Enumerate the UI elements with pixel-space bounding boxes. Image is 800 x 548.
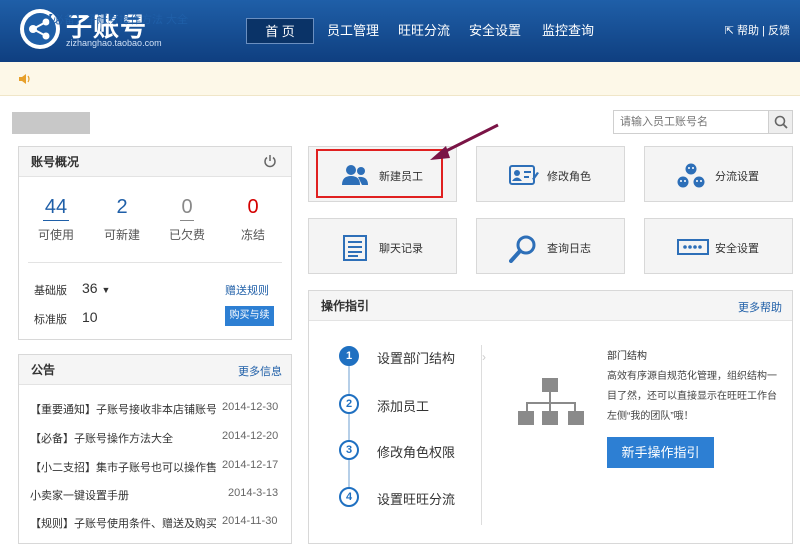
step-label[interactable]: 设置部门结构 bbox=[377, 348, 455, 367]
step-number: 2 bbox=[339, 394, 359, 414]
stat-creatable-label: 可新建 bbox=[103, 228, 140, 242]
search-input[interactable] bbox=[620, 114, 764, 130]
announcement-date: 2014-12-30 bbox=[222, 401, 279, 413]
divider bbox=[28, 262, 282, 263]
more-info-link[interactable]: 更多信息 bbox=[238, 363, 282, 379]
tile-label: 聊天记录 bbox=[379, 243, 423, 255]
divider bbox=[481, 345, 482, 525]
nav-monitor-query[interactable]: 监控查询 bbox=[536, 18, 600, 44]
tile-label: 修改角色 bbox=[547, 171, 591, 183]
speaker-icon bbox=[18, 72, 32, 89]
document-lines-icon bbox=[341, 235, 369, 261]
search-icon bbox=[774, 115, 788, 129]
announcement-item[interactable]: 【必备】子账号操作方法大全 bbox=[30, 430, 216, 446]
user-name-placeholder bbox=[12, 112, 90, 134]
announcement-date: 2014-12-17 bbox=[222, 459, 279, 471]
divider: | bbox=[762, 25, 765, 37]
announcement-date: 2014-11-30 bbox=[222, 515, 278, 527]
account-overview-title: 账号概况 bbox=[19, 147, 291, 177]
tile-chat-records[interactable]: 聊天记录 bbox=[308, 218, 457, 274]
logo-subtitle: zizhanghao.taobao.com bbox=[66, 38, 162, 48]
stat-creatable-value: 2 bbox=[116, 196, 128, 218]
stat-available-label: 可使用 bbox=[37, 228, 74, 242]
announcement-item[interactable]: 小卖家一键设置手册 bbox=[30, 487, 216, 503]
step-number: 4 bbox=[339, 487, 359, 507]
tile-label: 分流设置 bbox=[715, 171, 759, 183]
tile-label: 查询日志 bbox=[547, 243, 591, 255]
feedback-link[interactable]: 反馈 bbox=[768, 25, 790, 37]
guide-title: 操作指引 bbox=[309, 291, 792, 321]
search-box bbox=[613, 110, 793, 134]
org-chart-icon bbox=[518, 378, 584, 425]
nav-home[interactable]: 首 页 bbox=[246, 18, 314, 44]
chevron-right-icon: › bbox=[482, 350, 486, 364]
annotation-arrow-icon bbox=[430, 123, 499, 160]
id-card-edit-icon bbox=[509, 163, 539, 187]
stat-overdue-label: 已欠费 bbox=[168, 228, 205, 242]
standard-edition-count: 10 bbox=[82, 309, 98, 325]
tile-query-log[interactable]: 查询日志 bbox=[476, 218, 625, 274]
underline bbox=[43, 220, 69, 221]
nav-staff-management[interactable]: 员工管理 bbox=[320, 18, 386, 44]
standard-edition-label: 标准版 bbox=[34, 314, 67, 326]
external-link-icon: ⇱ bbox=[724, 25, 734, 37]
more-help-link[interactable]: 更多帮助 bbox=[738, 299, 782, 315]
step-connector bbox=[348, 366, 350, 494]
magnifier-icon bbox=[509, 235, 537, 263]
beginner-guide-button[interactable]: 新手操作指引 bbox=[607, 437, 714, 468]
detail-text: 高效有序源自规范化管理，组织结构一目了然，还可以直接显示在旺旺工作台左侧“我的团… bbox=[607, 371, 777, 422]
step-label[interactable]: 添加员工 bbox=[377, 396, 429, 415]
announcement-date: 2014-3-13 bbox=[228, 487, 279, 499]
nav-wangwang-split[interactable]: 旺旺分流 bbox=[392, 18, 456, 44]
flow-split-icon bbox=[677, 163, 705, 188]
help-link[interactable]: 帮助 bbox=[737, 25, 759, 37]
power-icon[interactable] bbox=[263, 154, 277, 171]
help-links: ⇱ 帮助 | 反馈 bbox=[725, 22, 790, 38]
tile-flow-settings[interactable]: 分流设置 bbox=[644, 146, 793, 202]
announcement-item[interactable]: 【规则】子账号使用条件、赠送及购买规则 bbox=[30, 515, 216, 531]
notice-bar bbox=[0, 62, 800, 96]
underline bbox=[180, 220, 194, 221]
caret-down-icon: ▼ bbox=[101, 285, 111, 295]
buy-renew-button[interactable]: 购买与续费 bbox=[225, 306, 274, 341]
gift-rule-link[interactable]: 赠送规则 bbox=[225, 282, 269, 298]
step-label[interactable]: 设置旺旺分流 bbox=[377, 489, 455, 508]
notice-link[interactable]: 【必备】子账号操作方法 大全 bbox=[42, 11, 188, 27]
announcement-item[interactable]: 【重要通知】子账号接收非本店铺账号发送 bbox=[30, 401, 216, 417]
basic-edition-label: 基础版 bbox=[34, 285, 67, 297]
tile-security-settings[interactable]: 安全设置 bbox=[644, 218, 793, 274]
step-number: 3 bbox=[339, 440, 359, 460]
announcement-item[interactable]: 【小二支招】集市子账号也可以操作售后退 bbox=[30, 459, 216, 475]
password-dots-icon bbox=[677, 235, 709, 259]
announcement-date: 2014-12-20 bbox=[222, 430, 279, 442]
search-button[interactable] bbox=[768, 111, 792, 133]
stat-available-value[interactable]: 44 bbox=[36, 196, 76, 219]
step-label[interactable]: 修改角色权限 bbox=[377, 442, 455, 461]
stat-frozen-label: 冻结 bbox=[240, 228, 265, 242]
stat-frozen-value: 0 bbox=[247, 196, 259, 218]
nav-security-settings[interactable]: 安全设置 bbox=[463, 18, 527, 44]
step-number: 1 bbox=[339, 346, 359, 366]
stat-overdue-value[interactable]: 0 bbox=[167, 196, 207, 219]
basic-edition-count[interactable]: 36 ▼ bbox=[82, 280, 110, 296]
detail-title: 部门结构 bbox=[607, 351, 647, 362]
tile-label: 安全设置 bbox=[715, 243, 759, 255]
